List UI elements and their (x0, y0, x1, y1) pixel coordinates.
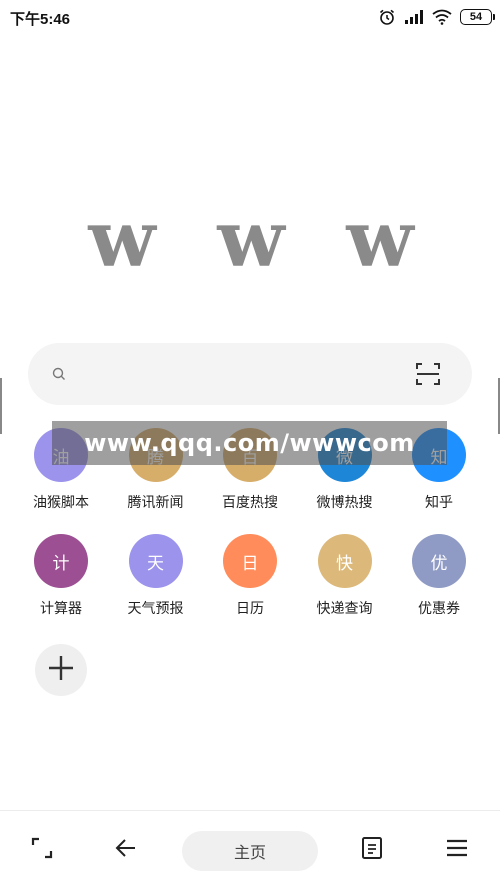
shortcut-item[interactable]: 天 天气预报 (109, 534, 203, 640)
home-label: 主页 (233, 843, 266, 862)
shortcut-label: 天气预报 (127, 601, 184, 617)
signal-icon (404, 9, 424, 25)
reader-icon (361, 836, 383, 864)
shortcut-icon: 天 (128, 534, 183, 588)
shortcut-icon: 计 (34, 534, 88, 588)
watermark-banner: www.qqq.com/wwwcom (52, 421, 447, 465)
menu-icon (445, 836, 469, 864)
left-edge-handle (0, 378, 2, 434)
shortcut-icon: 日 (223, 534, 277, 588)
shortcut-item[interactable]: 日 日历 (203, 534, 297, 640)
back-arrow-icon (114, 836, 138, 864)
logo-letter: w (88, 194, 155, 285)
bottom-nav: 主页 (0, 810, 500, 888)
wifi-icon (432, 9, 452, 25)
battery-icon: 54 (460, 9, 495, 25)
search-icon (52, 366, 66, 385)
shortcut-item[interactable]: 优 优惠券 (392, 534, 486, 640)
watermark-text: www.qqq.com/wwwcom (84, 429, 415, 457)
status-icons: 54 (378, 7, 495, 27)
shortcut-icon: 优 (412, 534, 466, 588)
add-shortcut (35, 644, 87, 696)
menu-button[interactable] (437, 827, 477, 873)
shortcut-item[interactable]: 快 快递查询 (298, 534, 392, 640)
browser-logo: w w w (75, 200, 425, 280)
plus-icon (47, 654, 75, 686)
alarm-icon (378, 8, 396, 26)
shortcut-icon: 快 (317, 534, 372, 588)
add-shortcut-button[interactable] (35, 644, 87, 696)
status-bar: 下午5:46 54 (0, 0, 500, 34)
shortcut-label: 优惠券 (418, 601, 460, 617)
reader-button[interactable] (352, 827, 392, 873)
logo-letter: w (217, 194, 284, 285)
scan-icon[interactable] (416, 362, 440, 390)
shortcut-label: 知乎 (425, 495, 453, 511)
logo-letter: w (346, 194, 413, 285)
shortcut-label: 快递查询 (316, 601, 373, 617)
shortcut-label: 计算器 (40, 601, 82, 617)
shortcut-label: 日历 (236, 601, 264, 617)
shortcut-label: 油猴脚本 (33, 495, 89, 511)
fullscreen-button[interactable] (22, 827, 62, 873)
status-time: 下午5:46 (10, 11, 71, 28)
shortcut-row: 计 计算器 天 天气预报 日 日历 快 快递查询 优 优惠券 (14, 534, 486, 640)
fullscreen-icon (30, 836, 54, 864)
shortcut-item[interactable]: 计 计算器 (14, 534, 108, 640)
search-bar[interactable] (28, 343, 472, 405)
home-button[interactable]: 主页 (182, 831, 318, 871)
back-button[interactable] (106, 827, 146, 873)
shortcut-label: 微博热搜 (316, 495, 373, 511)
shortcut-label: 腾讯新闻 (127, 495, 184, 511)
battery-level: 54 (469, 11, 483, 23)
shortcut-label: 百度热搜 (222, 495, 278, 511)
